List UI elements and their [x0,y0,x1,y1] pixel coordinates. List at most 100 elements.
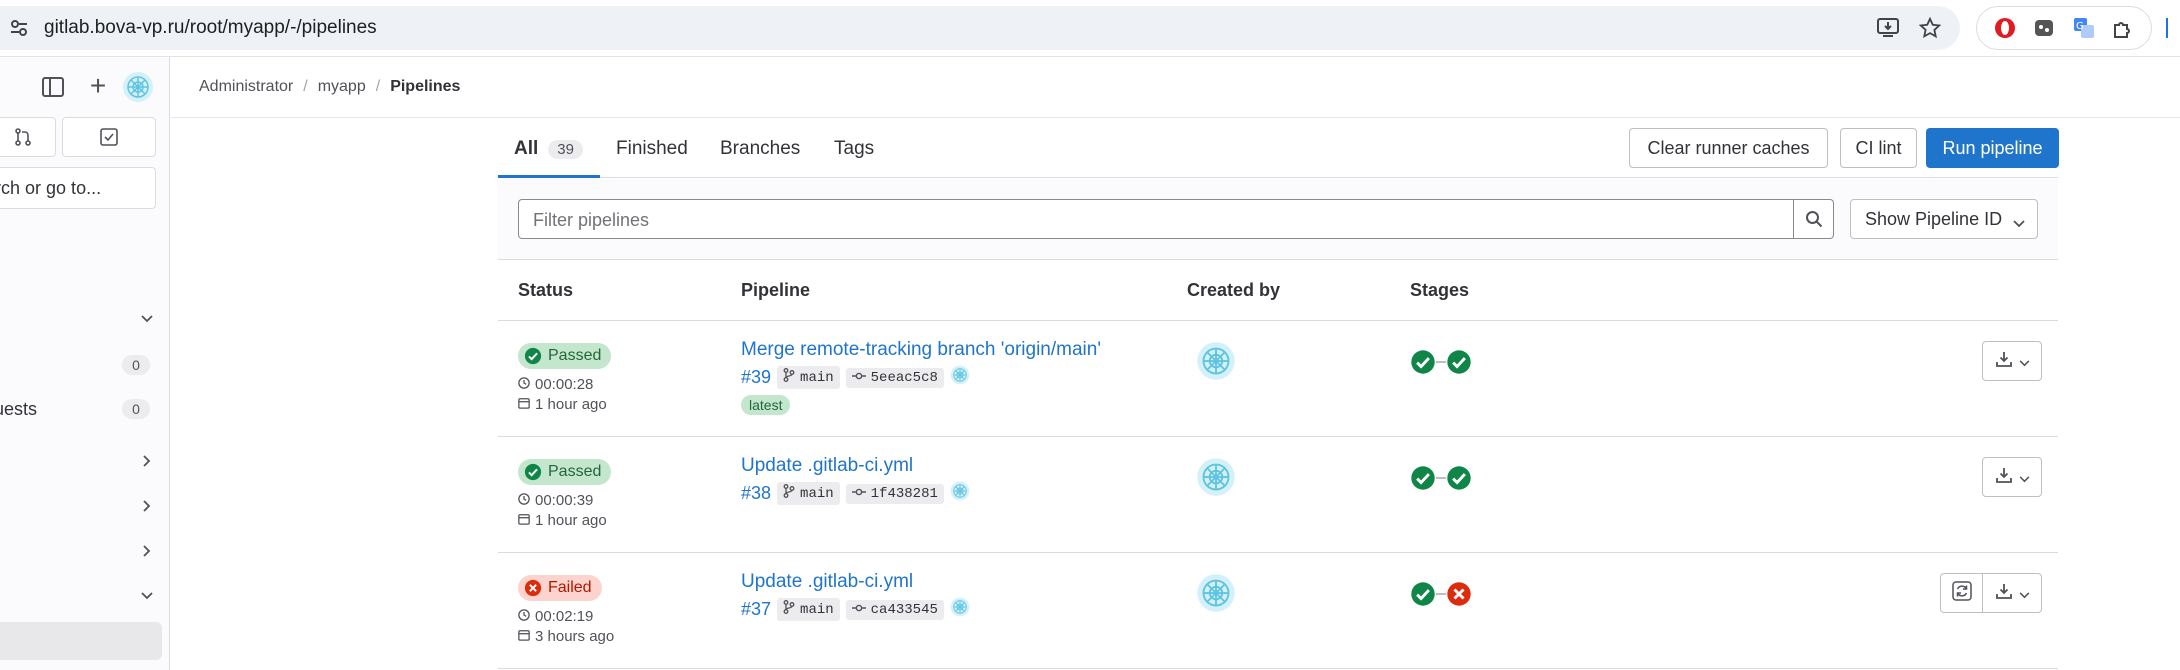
sidebar-item-issues[interactable]: 0 [0,350,156,380]
header-stages: Stages [1410,280,1470,300]
table-row: Passed 00:00:28 1 hour ago Merge remote-… [498,321,2058,437]
url-text[interactable]: gitlab.bova-vp.ru/root/myapp/-/pipelines [44,17,377,39]
pipeline-stages [1410,581,1472,607]
filter-pipelines-input[interactable]: Filter pipelines [518,199,1794,239]
pipeline-finished-at: 1 hour ago [518,396,607,413]
chevron-right-icon [140,454,154,468]
search-button[interactable] [1794,199,1834,239]
install-app-icon[interactable] [1876,16,1900,40]
status-badge[interactable]: Passed [518,343,612,369]
pipeline-id-link[interactable]: #38 [741,483,771,504]
stage-failed-icon[interactable] [1446,581,1472,607]
stage-success-icon[interactable] [1410,349,1436,375]
translate-extension-icon[interactable]: G [2071,15,2097,41]
filter-bar: Filter pipelines Show Pipeline ID [498,179,2058,260]
commit-author-avatar[interactable] [950,365,970,390]
extensions-puzzle-icon[interactable] [2110,15,2136,41]
sidebar-item-merge-requests[interactable]: Merge requests 0 [0,394,156,424]
commit-sha[interactable]: ca433545 [845,599,944,620]
commit-author-avatar[interactable] [950,597,970,622]
sidebar: + Search or go to... 0 Merge requests 0 [0,57,170,670]
created-by-avatar[interactable] [1196,341,1236,381]
status-label: Passed [548,347,602,364]
pipeline-commit-title[interactable]: Update .gitlab-ci.yml [741,571,913,593]
breadcrumb-item[interactable]: Administrator [199,78,293,96]
pipeline-commit-title[interactable]: Update .gitlab-ci.yml [741,455,913,477]
status-label: Passed [548,463,602,480]
status-label: Failed [548,579,592,596]
download-artifacts-button[interactable] [1982,457,2042,497]
clock-icon [518,492,535,509]
header-status: Status [518,280,574,300]
search-icon [1805,211,1822,228]
sidebar-item-build[interactable] [0,581,156,611]
table-row: Failed 00:02:19 3 hours ago Update .gitl… [498,553,2058,669]
stage-success-icon[interactable] [1410,581,1436,607]
stage-success-icon[interactable] [1446,465,1472,491]
tab-tags[interactable]: Tags [834,138,874,160]
sidebar-toggle-icon[interactable] [42,77,64,97]
calendar-icon [518,512,535,529]
sidebar-item-label: Merge requests [0,398,38,419]
table-row: Passed 00:00:39 1 hour ago Update .gitla… [498,437,2058,553]
chevron-down-icon [2013,583,2030,604]
pipeline-duration: 00:00:28 [518,376,593,393]
cookie-extension-icon[interactable] [2031,15,2057,41]
show-pipeline-id-dropdown[interactable]: Show Pipeline ID [1850,199,2038,239]
bookmark-star-icon[interactable] [1918,16,1942,40]
sidebar-item-group-1[interactable] [0,446,156,476]
sidebar-item-group-3[interactable] [0,536,156,566]
sidebar-item-pipelines-active[interactable] [0,622,162,660]
pipeline-commit-title[interactable]: Merge remote-tracking branch 'origin/mai… [741,339,1101,361]
commit-sha[interactable]: 1f438281 [845,483,944,504]
opera-extension-icon[interactable] [1992,15,2018,41]
tab-branches[interactable]: Branches [720,138,800,160]
todo-list-button[interactable] [62,117,156,157]
status-badge[interactable]: Passed [518,459,612,485]
download-icon [1995,466,2013,489]
branch-ref[interactable]: main [777,598,840,621]
commit-sha[interactable]: 5eeac5c8 [845,367,944,388]
branch-icon [783,600,800,619]
commit-author-avatar[interactable] [950,481,970,506]
address-bar[interactable]: gitlab.bova-vp.ru/root/myapp/-/pipelines [0,6,1960,50]
commit-icon [851,370,871,386]
create-new-icon[interactable]: + [86,72,110,100]
site-settings-icon[interactable] [8,17,30,39]
active-tab-indicator [498,175,600,178]
run-pipeline-button[interactable]: Run pipeline [1926,128,2059,168]
ci-lint-button[interactable]: CI lint [1840,128,1917,168]
download-artifacts-button[interactable] [1982,573,2042,613]
breadcrumb-current[interactable]: Pipelines [390,78,460,96]
chevron-down-icon [140,589,154,603]
download-icon [1995,350,2013,373]
breadcrumb-item[interactable]: myapp [318,78,366,96]
download-artifacts-button[interactable] [1982,341,2042,381]
status-badge[interactable]: Failed [518,575,602,601]
retry-button[interactable] [1940,573,1982,613]
sidebar-item-collapsible[interactable] [0,304,156,334]
tab-all[interactable]: All 39 [514,138,583,160]
tab-finished[interactable]: Finished [616,138,688,160]
stage-success-icon[interactable] [1446,349,1472,375]
search-or-go-to[interactable]: Search or go to... [0,167,156,209]
pipeline-id-link[interactable]: #39 [741,367,771,388]
branch-ref[interactable]: main [777,366,840,389]
dropdown-label: Show Pipeline ID [1865,208,2003,229]
pipeline-id-link[interactable]: #37 [741,599,771,620]
created-by-avatar[interactable] [1196,457,1236,497]
download-icon [1995,582,2013,605]
calendar-icon [518,396,535,413]
created-by-avatar[interactable] [1196,573,1236,613]
clear-runner-caches-button[interactable]: Clear runner caches [1629,128,1828,168]
branch-icon [783,368,800,387]
stage-success-icon[interactable] [1410,465,1436,491]
header-pipeline: Pipeline [741,280,811,300]
merge-requests-button[interactable] [0,117,56,157]
retry-icon [1951,580,1972,606]
user-avatar[interactable] [122,71,154,103]
branch-ref[interactable]: main [777,482,840,505]
sidebar-item-group-2[interactable] [0,491,156,521]
chevron-right-icon [140,499,154,513]
pipeline-stages [1410,465,1472,491]
